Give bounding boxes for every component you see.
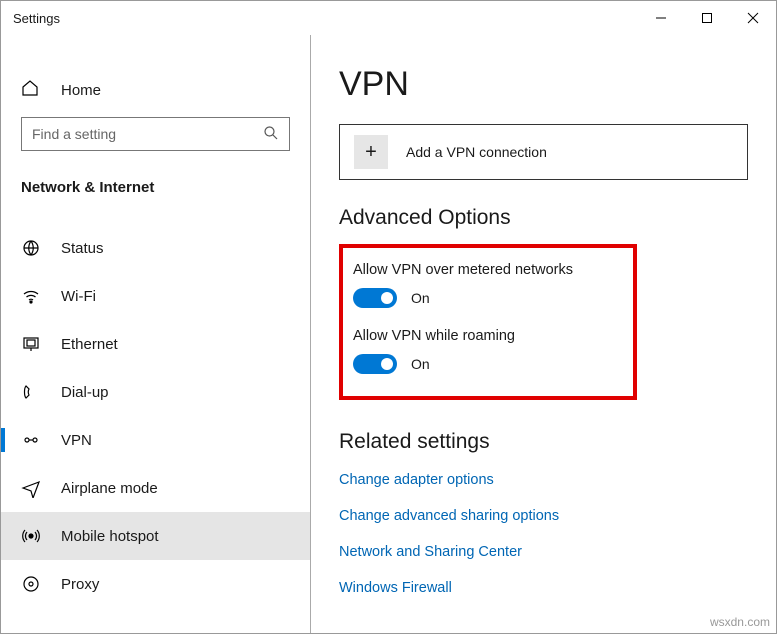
link-network-sharing-center[interactable]: Network and Sharing Center: [339, 544, 748, 560]
sidebar-item-label: Ethernet: [61, 336, 118, 353]
close-icon: [747, 12, 759, 24]
watermark: wsxdn.com: [710, 615, 770, 629]
sidebar: Home Find a setting Network & Internet S…: [1, 35, 311, 633]
sidebar-item-wifi[interactable]: Wi-Fi: [1, 272, 310, 320]
home-icon: [21, 79, 43, 101]
sidebar-item-label: Airplane mode: [61, 480, 158, 497]
toggle-metered-switch[interactable]: [353, 288, 397, 308]
sidebar-item-label: Mobile hotspot: [61, 528, 159, 545]
hotspot-icon: [21, 526, 43, 546]
vpn-icon: [21, 430, 43, 450]
sidebar-section-header: Network & Internet: [1, 171, 310, 224]
toggle-state: On: [411, 356, 430, 372]
toggle-metered: Allow VPN over metered networks On: [353, 262, 615, 308]
link-windows-firewall[interactable]: Windows Firewall: [339, 580, 748, 596]
sidebar-item-airplane[interactable]: Airplane mode: [1, 464, 310, 512]
sidebar-item-label: Status: [61, 240, 104, 257]
link-adapter-options[interactable]: Change adapter options: [339, 472, 748, 488]
related-settings: Related settings Change adapter options …: [339, 430, 748, 596]
main-content: VPN + Add a VPN connection Advanced Opti…: [311, 35, 776, 633]
search-placeholder: Find a setting: [32, 126, 263, 142]
sidebar-item-label: Wi-Fi: [61, 288, 96, 305]
advanced-options-heading: Advanced Options: [339, 206, 748, 230]
ethernet-icon: [21, 334, 43, 354]
search-icon: [263, 125, 279, 144]
toggle-roaming-switch[interactable]: [353, 354, 397, 374]
window-titlebar: Settings: [1, 1, 776, 35]
link-advanced-sharing[interactable]: Change advanced sharing options: [339, 508, 748, 524]
sidebar-item-hotspot[interactable]: Mobile hotspot: [1, 512, 310, 560]
close-button[interactable]: [730, 1, 776, 35]
window-title: Settings: [13, 11, 638, 26]
minimize-icon: [655, 12, 667, 24]
wifi-icon: [21, 286, 43, 306]
minimize-button[interactable]: [638, 1, 684, 35]
sidebar-item-ethernet[interactable]: Ethernet: [1, 320, 310, 368]
sidebar-item-label: Proxy: [61, 576, 99, 593]
toggle-label: Allow VPN over metered networks: [353, 262, 615, 278]
sidebar-item-status[interactable]: Status: [1, 224, 310, 272]
sidebar-item-dialup[interactable]: Dial-up: [1, 368, 310, 416]
airplane-icon: [21, 478, 43, 498]
add-vpn-label: Add a VPN connection: [406, 144, 547, 160]
home-button[interactable]: Home: [1, 71, 310, 117]
sidebar-item-vpn[interactable]: VPN: [1, 416, 310, 464]
sidebar-item-proxy[interactable]: Proxy: [1, 560, 310, 608]
toggle-state: On: [411, 290, 430, 306]
status-icon: [21, 238, 43, 258]
add-vpn-button[interactable]: + Add a VPN connection: [339, 124, 748, 180]
search-input[interactable]: Find a setting: [21, 117, 290, 151]
maximize-icon: [701, 12, 713, 24]
dialup-icon: [21, 382, 43, 402]
plus-icon: +: [354, 135, 388, 169]
page-title: VPN: [339, 65, 748, 104]
related-heading: Related settings: [339, 430, 748, 454]
maximize-button[interactable]: [684, 1, 730, 35]
toggle-label: Allow VPN while roaming: [353, 328, 615, 344]
sidebar-item-label: Dial-up: [61, 384, 109, 401]
highlight-box: Allow VPN over metered networks On Allow…: [339, 244, 637, 400]
toggle-roaming: Allow VPN while roaming On: [353, 328, 615, 374]
sidebar-item-label: VPN: [61, 432, 92, 449]
home-label: Home: [61, 82, 101, 99]
proxy-icon: [21, 574, 43, 594]
